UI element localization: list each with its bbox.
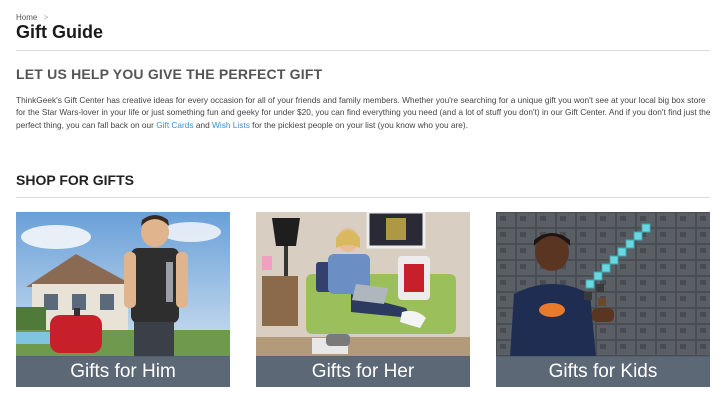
gift-cards-link[interactable]: Gift Cards — [156, 120, 193, 130]
breadcrumb-home-link[interactable]: Home — [16, 13, 37, 22]
gifts-for-kids-label: Gifts for Kids — [496, 356, 710, 387]
breadcrumb-chevron-icon: > — [43, 13, 49, 22]
gifts-for-her-card[interactable]: Gifts for Her — [256, 212, 470, 387]
intro-text-part2: for the pickiest people on your list (yo… — [249, 119, 468, 130]
page-title: Gift Guide — [16, 22, 103, 42]
gifts-for-him-image — [16, 212, 230, 357]
intro-text-and: and — [193, 119, 213, 130]
gifts-for-her-label: Gifts for Her — [256, 356, 470, 387]
wish-lists-link[interactable]: Wish Lists — [212, 120, 250, 130]
title-divider — [16, 50, 710, 51]
breadcrumb: Home > — [16, 13, 48, 22]
gifts-for-kids-card[interactable]: Gifts for Kids — [496, 212, 710, 387]
intro-heading: LET US HELP YOU GIVE THE PERFECT GIFT — [16, 66, 323, 82]
shop-for-gifts-heading: SHOP FOR GIFTS — [16, 172, 134, 188]
gifts-for-him-label: Gifts for Him — [16, 356, 230, 387]
gifts-for-her-image — [256, 212, 470, 357]
gifts-for-kids-image — [496, 212, 710, 357]
gifts-for-him-card[interactable]: Gifts for Him — [16, 212, 230, 387]
shop-divider — [16, 197, 710, 198]
intro-paragraph: ThinkGeek's Gift Center has creative ide… — [16, 94, 716, 131]
